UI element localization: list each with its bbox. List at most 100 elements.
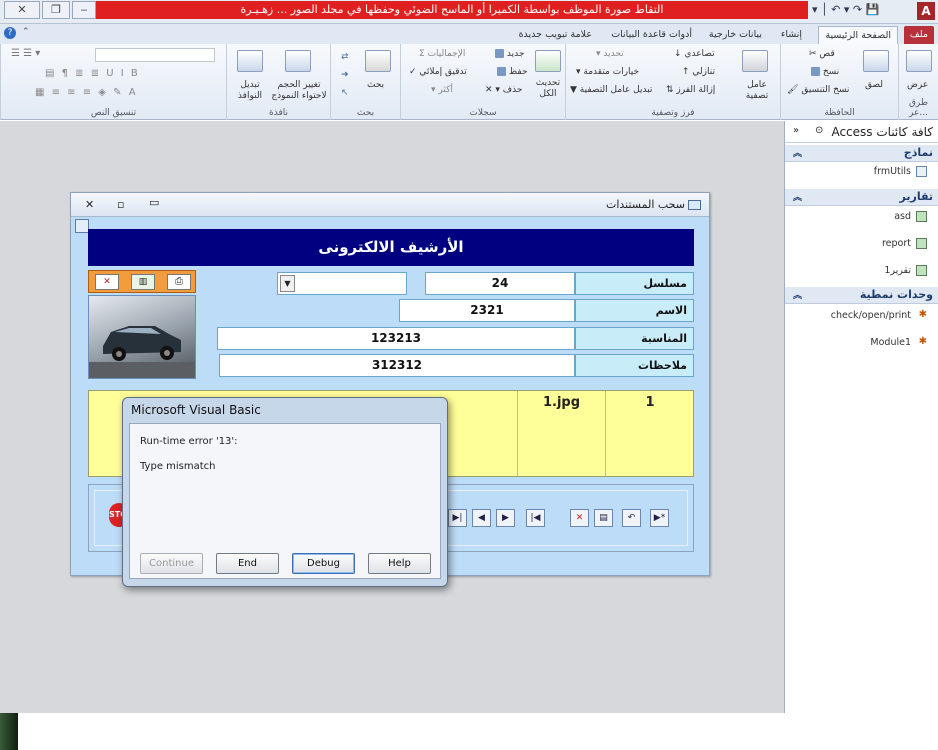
- form-action-toolbar: ✕ ▥ ⎙: [88, 270, 196, 293]
- section-title: وحدات نمطية: [859, 288, 933, 301]
- view-button[interactable]: عرض: [907, 80, 928, 90]
- lookup-combo[interactable]: ▼: [277, 272, 407, 295]
- end-button[interactable]: End: [216, 553, 279, 574]
- more-button[interactable]: أكثر ▾: [431, 85, 453, 95]
- form-restore-icon[interactable]: ▫: [117, 198, 124, 211]
- nav-item-module1[interactable]: ✱ Module1: [785, 334, 938, 354]
- employee-photo[interactable]: [88, 295, 196, 379]
- switch-windows-button[interactable]: تبديل النوافذ: [229, 80, 271, 102]
- nav-first-icon[interactable]: |◀: [526, 509, 545, 527]
- quick-access-toolbar[interactable]: ▾ │ ↶ ▾ ↷ 💾: [812, 3, 879, 16]
- remove-sort-button[interactable]: إزالة الفرز ⇅: [666, 85, 715, 95]
- form-minimize-icon[interactable]: ▭: [149, 196, 159, 209]
- access-app-icon: A: [917, 2, 935, 20]
- form-title-bar: سحب المستندات ✕ ▫ ▭: [71, 193, 709, 217]
- format-painter-button[interactable]: نسخ التنسيق 🖌: [787, 85, 849, 95]
- field-serial[interactable]: 24: [425, 272, 575, 295]
- select-icon[interactable]: ↖: [341, 88, 349, 98]
- nav-item-report1[interactable]: تقرير1: [785, 262, 938, 282]
- scan-icon[interactable]: ▥: [131, 274, 155, 290]
- nav-item-report[interactable]: report: [785, 235, 938, 255]
- minimize-window-button[interactable]: ‒: [72, 1, 96, 19]
- field-notes[interactable]: 312312: [219, 354, 575, 377]
- delete-record-icon[interactable]: ✕: [570, 509, 589, 527]
- chevron-up-icon[interactable]: ︽: [793, 146, 802, 159]
- advanced-button[interactable]: خيارات متقدمة ▾: [576, 67, 639, 77]
- resize-to-fit-button[interactable]: تغيير الحجم لاحتواء النموذج: [271, 80, 327, 102]
- format-row-2[interactable]: ▤ ¶ ≣ ≣ U I B: [45, 68, 140, 79]
- debug-button[interactable]: Debug: [292, 553, 355, 574]
- group-clipboard: لصق قص ✂ نسخ نسخ التنسيق 🖌 الحافظة: [780, 44, 898, 120]
- totals-button[interactable]: الإجماليات Σ: [419, 49, 465, 59]
- subform-number[interactable]: 1: [605, 391, 694, 476]
- spelling-button[interactable]: تدقيق إملائي ✓: [409, 67, 467, 77]
- tab-file[interactable]: ملف: [903, 26, 934, 44]
- nav-item-asd[interactable]: asd: [785, 208, 938, 228]
- nav-prev-icon[interactable]: ◀: [472, 509, 491, 527]
- filter-button[interactable]: عامل تصفية: [738, 80, 776, 102]
- dropdown-circle-icon[interactable]: ⊙: [815, 125, 823, 136]
- new-record-button[interactable]: جديد: [493, 49, 524, 59]
- goto-icon[interactable]: ➜: [341, 70, 349, 80]
- tab-database-tools[interactable]: أدوات قاعدة البيانات: [605, 26, 698, 44]
- selection-button[interactable]: تحديد ▾: [596, 49, 624, 59]
- nav-item-label: Module1: [870, 337, 911, 348]
- save-record-icon[interactable]: ▤: [594, 509, 613, 527]
- close-window-button[interactable]: ✕: [4, 1, 40, 19]
- refresh-all-button[interactable]: تحديث الكل: [533, 78, 563, 100]
- nav-item-label: تقرير1: [884, 265, 911, 276]
- section-title: نماذج: [903, 146, 933, 159]
- nav-section-forms[interactable]: نماذج ︽: [785, 145, 938, 162]
- list-icons[interactable]: ☰ ☰ ▾: [11, 48, 40, 59]
- nav-item-frmutils[interactable]: frmUtils: [785, 163, 938, 183]
- save-label: حفظ: [508, 67, 528, 77]
- sort-descending-button[interactable]: تنازلي ↑: [682, 67, 715, 77]
- field-label-occasion: المناسبة: [575, 327, 694, 350]
- nav-item-check-open-print[interactable]: ✱ check/open/print: [785, 307, 938, 327]
- chevron-down-icon[interactable]: ▼: [280, 275, 295, 292]
- help-icon[interactable]: ?: [4, 27, 16, 39]
- shutter-bar-open-close-icon[interactable]: «: [793, 125, 799, 136]
- form-close-icon[interactable]: ✕: [85, 198, 94, 211]
- print-icon[interactable]: ⎙: [167, 274, 191, 290]
- find-button[interactable]: بحث: [367, 80, 384, 90]
- selection-label: تحديد: [603, 49, 624, 59]
- cut-button[interactable]: قص ✂: [809, 49, 835, 59]
- new-record-icon[interactable]: ▶*: [650, 509, 669, 527]
- tab-external-data[interactable]: بيانات خارجية: [703, 26, 768, 44]
- delete-record-button[interactable]: حذف ▾ ✕: [485, 85, 522, 95]
- paste-button[interactable]: لصق: [865, 80, 883, 90]
- nav-next-icon[interactable]: ▶: [496, 509, 515, 527]
- tab-home[interactable]: الصفحة الرئيسية: [818, 26, 898, 44]
- font-name-combo[interactable]: [95, 48, 215, 62]
- delete-photo-icon[interactable]: ✕: [95, 274, 119, 290]
- restore-window-button[interactable]: ❐: [42, 1, 70, 19]
- tab-create[interactable]: إنشاء: [775, 26, 808, 44]
- switch-windows-icon: [237, 50, 263, 72]
- nav-section-modules[interactable]: وحدات نمطية ︽: [785, 287, 938, 304]
- tab-new-tab[interactable]: علامة تبويب جديدة: [513, 26, 598, 44]
- sort-ascending-button[interactable]: تصاعدي ↓: [674, 49, 715, 59]
- group-label: طرق عر...: [908, 98, 929, 118]
- field-name[interactable]: 2321: [399, 299, 575, 322]
- nav-last-icon[interactable]: ▶|: [448, 509, 467, 527]
- chevron-up-icon[interactable]: ︽: [793, 190, 802, 203]
- copy-button[interactable]: نسخ: [809, 67, 839, 77]
- replace-icon[interactable]: ⇄: [341, 52, 349, 62]
- subform-filename[interactable]: 1.jpg: [517, 391, 605, 476]
- chevron-up-icon[interactable]: ︽: [793, 288, 802, 301]
- continue-button[interactable]: Continue: [140, 553, 203, 574]
- toggle-filter-button[interactable]: تبديل عامل التصفية ▼: [570, 85, 652, 95]
- nav-item-label: frmUtils: [873, 166, 911, 177]
- undo-icon[interactable]: ↶: [622, 509, 641, 527]
- record-selector[interactable]: [75, 219, 89, 233]
- save-record-button[interactable]: حفظ: [495, 67, 528, 77]
- format-row-3[interactable]: ▦ ≡ ≡ ≡ ◈ ✎ A: [35, 87, 138, 98]
- nav-pane-header[interactable]: كافة كائنات Access ⊙ «: [785, 121, 938, 143]
- nav-section-reports[interactable]: تقارير ︽: [785, 189, 938, 206]
- collapse-ribbon-icon[interactable]: ⌃: [22, 27, 30, 37]
- refresh-icon: [535, 50, 561, 72]
- copy-icon: [811, 67, 820, 76]
- field-occasion[interactable]: 123213: [217, 327, 575, 350]
- help-button[interactable]: Help: [368, 553, 431, 574]
